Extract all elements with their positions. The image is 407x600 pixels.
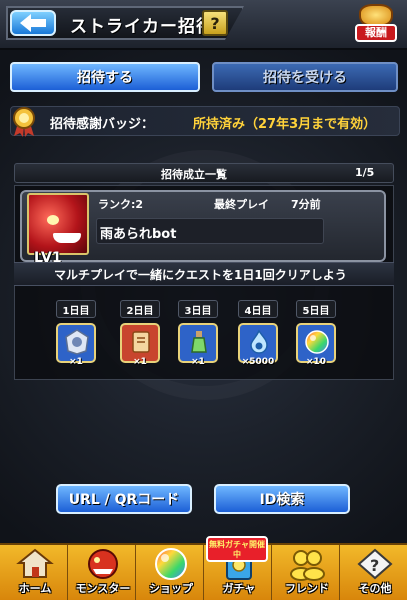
medal-icon <box>359 4 393 26</box>
nav-home-label: ホーム <box>18 582 52 595</box>
avatar-mouth <box>53 233 81 243</box>
reward-label: 報酬 <box>355 24 397 42</box>
url-qr-button[interactable]: URL / QRコード <box>56 484 192 514</box>
reward-qty-5: ×10 <box>305 357 327 367</box>
day-label-5: 5日目 <box>296 300 336 318</box>
day-label-4: 4日目 <box>238 300 278 318</box>
nav-home[interactable]: ホーム <box>2 545 68 600</box>
badge-status: 所持済み（27年3月まで有効） <box>193 117 377 132</box>
orb-icon <box>305 330 329 354</box>
avatar <box>27 193 89 255</box>
badge-icon <box>65 329 89 355</box>
tab-receive-invite[interactable]: 招待を受ける <box>212 62 398 92</box>
bottle-icon <box>191 331 207 353</box>
other-icon: ? <box>357 548 393 580</box>
avatar-eye <box>47 215 59 225</box>
thanks-badge-icon <box>13 107 35 137</box>
invite-list-title: 招待成立一覧 <box>161 168 227 181</box>
home-icon <box>16 548 54 578</box>
nav-friend-label: フレンド <box>285 582 329 595</box>
reward-button[interactable]: 報酬 <box>349 2 403 46</box>
nav-monster[interactable]: モンスター <box>70 545 136 600</box>
reward-qty-4: ×5000 <box>241 357 275 367</box>
page-title: ストライカー招待 <box>70 17 214 37</box>
nav-other[interactable]: ? その他 <box>342 545 407 600</box>
member-name: 雨あられbot <box>100 227 177 242</box>
monster-icon <box>88 549 118 579</box>
reward-qty-3: ×1 <box>191 357 205 367</box>
badge-label: 招待感謝バッジ： <box>50 117 155 132</box>
back-button[interactable] <box>10 10 56 36</box>
flame-icon <box>250 329 268 354</box>
member-rank: ランク:2 <box>98 198 144 211</box>
svg-text:?: ? <box>370 556 379 575</box>
reward-qty-1: ×1 <box>69 357 83 367</box>
nav-other-label: その他 <box>358 582 392 595</box>
nav-shop[interactable]: ショップ <box>138 545 204 600</box>
last-play-value: 7分前 <box>291 198 321 211</box>
friends-icon <box>290 550 325 581</box>
free-gacha-badge: 無料ガチャ開催中 <box>206 536 268 562</box>
day-label-3: 3日目 <box>178 300 218 318</box>
back-arrow-icon <box>20 14 46 32</box>
tab-invite[interactable]: 招待する <box>10 62 200 92</box>
nav-shop-label: ショップ <box>149 582 193 595</box>
quest-message: マルチプレイで一緒にクエストを1日1回クリアしよう <box>54 268 347 282</box>
nav-monster-label: モンスター <box>75 582 131 595</box>
day-label-2: 2日目 <box>120 300 160 318</box>
orb-icon <box>155 548 187 580</box>
last-play-label: 最終プレイ <box>214 198 269 211</box>
id-search-button[interactable]: ID検索 <box>214 484 350 514</box>
nav-gacha-label: ガチャ <box>222 582 256 595</box>
scroll-icon <box>132 331 150 353</box>
day-label-1: 1日目 <box>56 300 96 318</box>
help-button[interactable]: ? <box>202 10 228 36</box>
invite-list-count: 1/5 <box>355 166 375 179</box>
reward-qty-2: ×1 <box>133 357 147 367</box>
nav-friend[interactable]: フレンド <box>274 545 340 600</box>
